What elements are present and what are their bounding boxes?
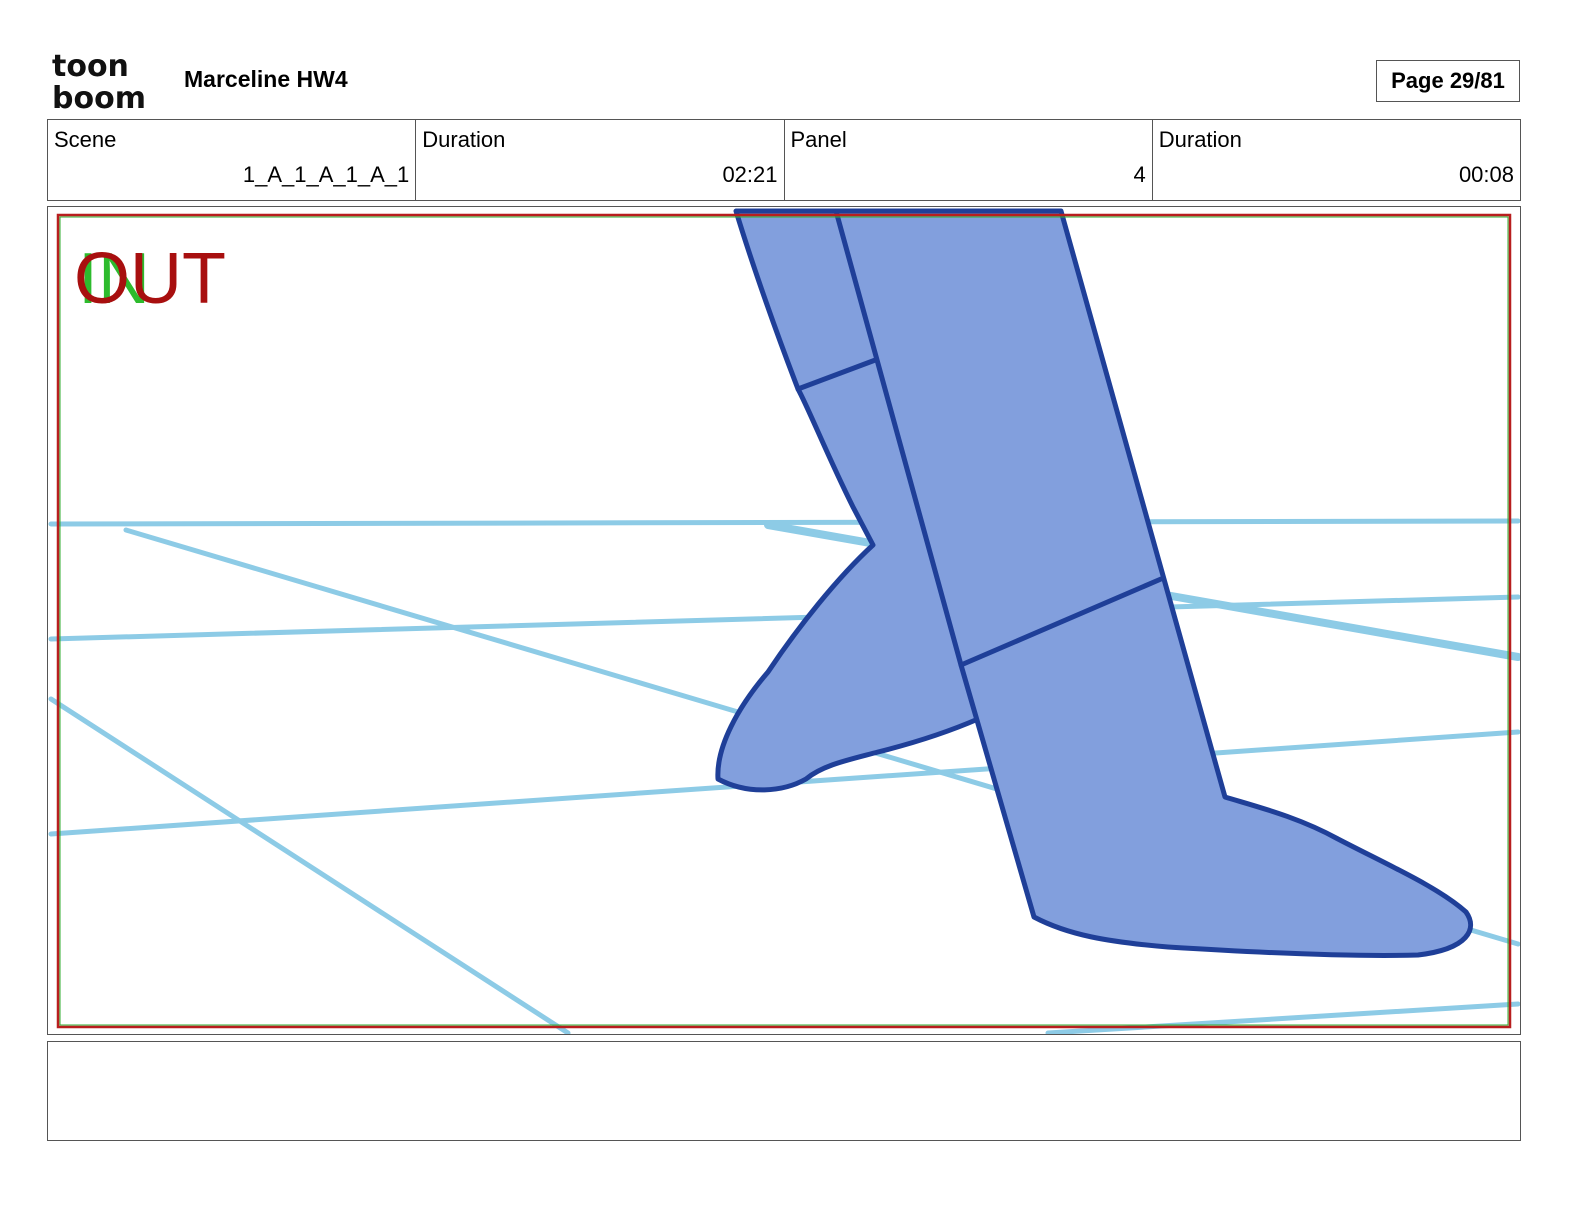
- scene-cell: Scene 1_A_1_A_1_A_1: [48, 120, 417, 200]
- panel-label: Panel: [790, 127, 847, 152]
- out-marker: OUT: [74, 239, 226, 319]
- logo-line2: boom: [52, 81, 146, 112]
- logo-line1: toon: [52, 50, 129, 84]
- project-title: Marceline HW4: [184, 66, 348, 92]
- panel-duration-cell: Duration 00:08: [1153, 120, 1520, 200]
- scene-duration-label: Duration: [422, 127, 506, 152]
- panel-drawing: IN OUT: [48, 208, 1520, 1034]
- info-table: Scene 1_A_1_A_1_A_1 Duration 02:21 Panel…: [47, 119, 1521, 201]
- toon-boom-logo: toon boom: [52, 50, 164, 112]
- panel-cell: Panel 4: [785, 120, 1153, 200]
- scene-label: Scene: [54, 127, 117, 152]
- notes-box: [47, 1041, 1521, 1141]
- scene-duration-value: 02:21: [722, 162, 778, 187]
- page-number: Page 29/81: [1376, 60, 1520, 102]
- scene-duration-cell: Duration 02:21: [416, 120, 785, 200]
- panel-image: IN OUT: [47, 206, 1521, 1035]
- panel-value: 4: [1133, 162, 1146, 187]
- guide-line: [48, 696, 571, 1034]
- guide-line: [48, 518, 1520, 527]
- notes-text: [48, 1042, 1520, 1058]
- guide-line: [1045, 1001, 1520, 1034]
- panel-duration-value: 00:08: [1458, 162, 1514, 187]
- scene-value: 1_A_1_A_1_A_1: [242, 162, 410, 187]
- panel-duration-label: Duration: [1158, 127, 1242, 152]
